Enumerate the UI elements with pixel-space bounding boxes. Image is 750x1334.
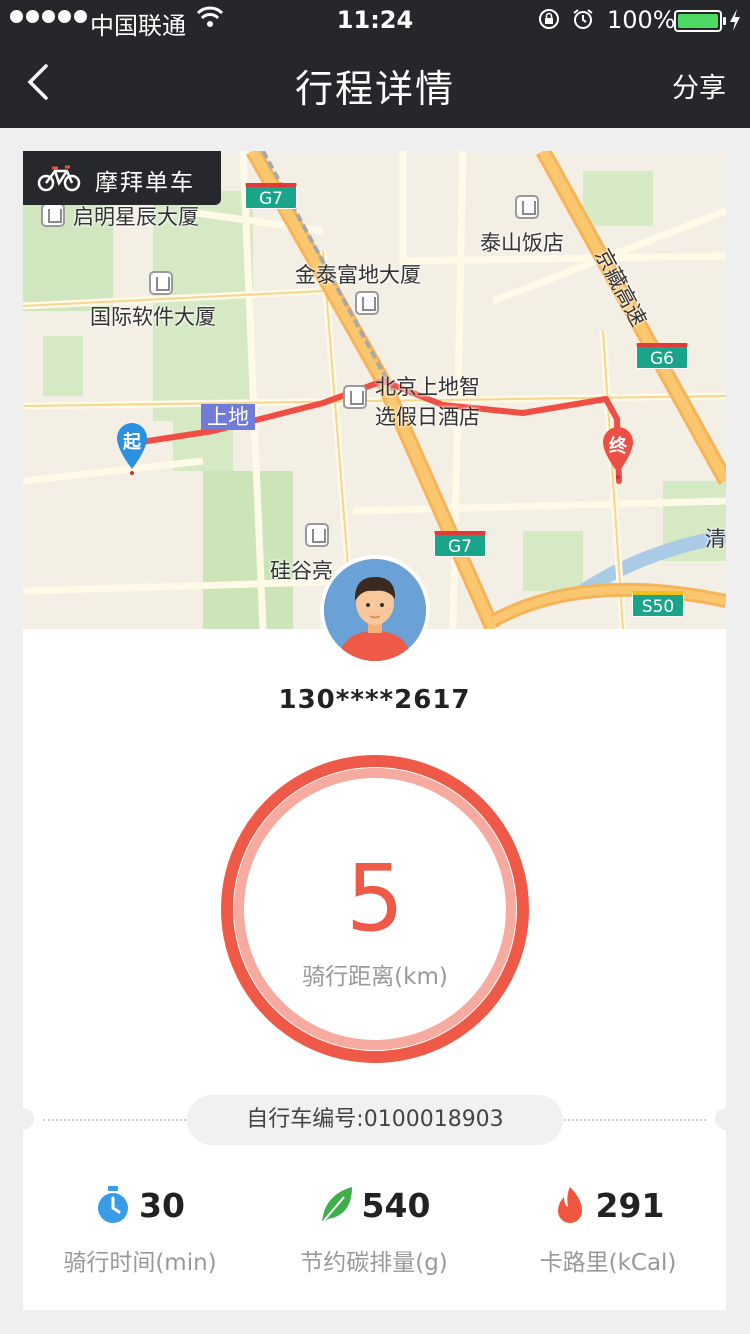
building-icon (149, 271, 173, 295)
stopwatch-icon (98, 1186, 129, 1223)
end-marker-label: 终 (609, 436, 627, 457)
hotel-icon (515, 195, 539, 219)
stat-calories: 291 卡路里(kCal) (491, 1185, 725, 1277)
map-label: 清 (705, 527, 726, 551)
map-label: 金泰富地大厦 (295, 263, 421, 287)
card-notch-left (12, 1108, 34, 1130)
alarm-icon (573, 9, 593, 29)
map-label: 北京上地智 (375, 375, 480, 399)
map-label: 国际软件大厦 (90, 305, 216, 329)
rotation-lock-icon (539, 9, 559, 29)
top-bar: 中国联通 11:24 100% 行程详情 分享 (0, 0, 750, 128)
stat-label: 骑行时间(min) (63, 1250, 217, 1276)
status-bar: 中国联通 11:24 100% (0, 0, 750, 40)
highway-shield: G7 (245, 183, 297, 209)
map-label: 硅谷亮 (270, 559, 333, 583)
page-title: 行程详情 (294, 67, 455, 111)
highway-shield: G6 (636, 343, 688, 369)
start-marker-label: 起 (123, 432, 141, 453)
stat-value: 540 (361, 1185, 431, 1225)
stat-value: 30 (139, 1185, 185, 1225)
stat-label: 卡路里(kCal) (539, 1250, 677, 1276)
battery-icon (674, 10, 726, 32)
building-icon (305, 523, 329, 547)
building-icon (343, 385, 367, 409)
brand-name: 摩拜单车 (95, 170, 195, 196)
distance-label: 骑行距离(km) (302, 964, 448, 990)
highway-shield: G7 (434, 531, 486, 557)
map-label: 选假日酒店 (375, 405, 480, 429)
avatar (320, 555, 430, 665)
bike-number: 自行车编号:0100018903 (187, 1095, 563, 1145)
charging-icon (730, 9, 740, 31)
stat-label: 节约碳排量(g) (300, 1250, 448, 1276)
leaf-icon (320, 1187, 352, 1224)
battery-percent: 100% (607, 6, 676, 34)
building-icon (41, 203, 65, 227)
map-label: 泰山饭店 (480, 231, 564, 255)
stat-ride-time: 30 骑行时间(min) (23, 1185, 257, 1277)
stat-carbon-saved: 540 节约碳排量(g) (257, 1185, 491, 1277)
start-marker: 起 (115, 421, 149, 475)
map-label: 启明星辰大厦 (73, 205, 199, 229)
share-button[interactable]: 分享 (672, 66, 726, 105)
user-phone: 130****2617 (278, 685, 471, 715)
distance-value: 5 (345, 845, 405, 952)
trip-card: 启明星辰大厦 泰山饭店 金泰富地大厦 国际软件大厦 北京上地智 选假日酒店 硅谷… (12, 151, 737, 1310)
user-avatar-icon (324, 559, 426, 661)
stat-value: 291 (595, 1185, 665, 1225)
card-notch-right (715, 1108, 737, 1130)
flame-icon (557, 1187, 582, 1223)
highway-shield: S50 (632, 591, 684, 617)
brand-badge: 摩拜单车 (23, 151, 221, 205)
end-marker: 终 (601, 425, 635, 479)
bike-icon (37, 165, 81, 192)
building-icon (355, 291, 379, 315)
area-tag: 上地 (201, 404, 255, 430)
